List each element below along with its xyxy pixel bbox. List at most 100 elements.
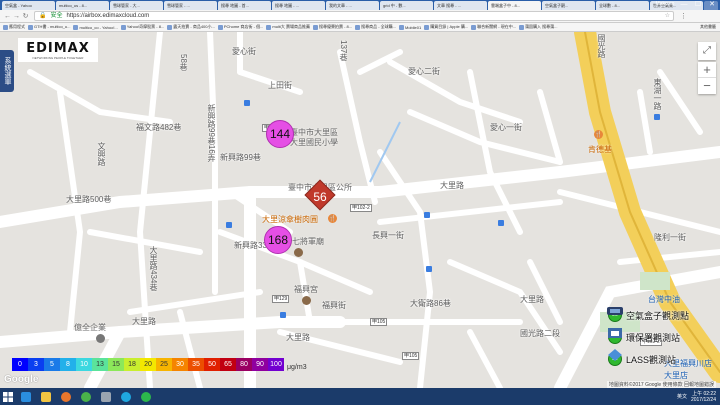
temple-icon[interactable] xyxy=(294,248,303,257)
zoom-out-button[interactable]: − xyxy=(698,78,716,94)
route-shield: 甲105 xyxy=(402,352,420,360)
pm-scale-cell: 5 xyxy=(44,358,60,371)
bookmark-item[interactable]: PChome 商店街 - 個... xyxy=(217,24,263,30)
ie-taskbar-icon[interactable] xyxy=(16,388,36,405)
bookmark-star-icon[interactable]: ☆ xyxy=(665,12,673,20)
bookmark-item[interactable]: multico_co - Yahoo!... xyxy=(73,24,118,30)
browser-tab[interactable]: 空氣盒 - Yahoo xyxy=(2,1,55,10)
bookmark-item[interactable]: GTH書 - multico_u... xyxy=(28,24,70,30)
chrome-taskbar-icon[interactable] xyxy=(76,388,96,405)
pm-scale-cell: 80 xyxy=(236,358,252,371)
other-bookmarks[interactable]: 其他書籤 xyxy=(700,24,716,30)
street-label: 文興路 xyxy=(97,142,106,166)
bus-stop-icon[interactable] xyxy=(654,114,660,120)
zoom-in-button[interactable]: + xyxy=(698,62,716,78)
airbox-sensor-marker[interactable]: 168 xyxy=(264,226,292,254)
browser-tab[interactable]: 我的文章 - ... xyxy=(326,1,379,10)
bookmark-item[interactable]: 蒲園購入 搜尋蒲... xyxy=(519,24,558,30)
line-taskbar-icon[interactable] xyxy=(136,388,156,405)
bookmark-icon xyxy=(519,24,525,30)
legend-item-epa[interactable]: 20 環保署觀測站 xyxy=(606,326,716,348)
bookmark-icon xyxy=(217,24,223,30)
pm-scale-cell: 20 xyxy=(140,358,156,371)
explorer-taskbar-icon[interactable] xyxy=(36,388,56,405)
bus-stop-icon[interactable] xyxy=(424,212,430,218)
windows-start-icon[interactable] xyxy=(0,388,16,405)
street-label: 愛心二街 xyxy=(408,67,440,76)
apps-icon xyxy=(3,24,8,30)
input-language[interactable]: 英文 xyxy=(677,393,687,400)
browser-menu-icon[interactable]: ⋮ xyxy=(680,12,687,20)
browser-tab[interactable]: 雪球管家 - 大... xyxy=(110,1,163,10)
street-label: 福興街 xyxy=(322,301,346,310)
epa-station-value: 56 xyxy=(313,190,327,204)
system-menu-tab[interactable]: 系統選單 xyxy=(0,50,14,92)
firefox-taskbar-icon[interactable] xyxy=(56,388,76,405)
user-label[interactable]: Mako.co xyxy=(654,0,676,9)
legend-label: 空氣盒子觀測點 xyxy=(626,310,690,321)
lock-icon: 🔒 xyxy=(39,13,47,19)
browser-tab-active[interactable]: 雲端盒子中 - 8... xyxy=(488,1,541,10)
legend-item-airbox[interactable]: 20 空氣盒子觀測點 xyxy=(606,304,716,326)
reload-icon[interactable]: ↻ xyxy=(21,12,30,20)
brand-tagline: NETWORKING PEOPLE TOGETHER xyxy=(32,55,84,60)
pm-scale-cell: 25 xyxy=(156,358,172,371)
security-label: 安全 xyxy=(50,13,63,19)
airbox-sensor-marker[interactable]: 144 xyxy=(266,120,294,148)
bus-stop-icon[interactable] xyxy=(498,220,504,226)
settings-taskbar-icon[interactable] xyxy=(96,388,116,405)
restaurant-icon[interactable]: 🍴 xyxy=(328,214,337,223)
temple-icon[interactable] xyxy=(302,296,311,305)
browser-tab[interactable]: grid 中 - 數... xyxy=(380,1,433,10)
url-text: https://airbox.edimaxcloud.com xyxy=(66,13,150,19)
bookmark-icon xyxy=(312,24,318,30)
bookmark-item[interactable]: 聯合新聞網 - 現在中... xyxy=(471,24,516,30)
minimize-icon[interactable]: — xyxy=(678,0,690,9)
browser-tab[interactable]: 搜尋 地圖 - ... xyxy=(272,1,325,10)
map-attribution[interactable]: 地圖資料©2017 Google 使用條款 回報地圖錯誤 xyxy=(606,381,716,388)
pm-scale-cell: 15 xyxy=(108,358,124,371)
legend-label: 環保署觀測站 xyxy=(626,332,681,343)
browser-tab[interactable]: multico_us - 8... xyxy=(56,1,109,10)
bookmark-item[interactable]: 搜尋商品 - 全球購... xyxy=(355,24,396,30)
map-canvas[interactable]: 上田街 福文路482巷 文興路 新興路99巷16弄 新興路99巷 大里路500巷… xyxy=(0,32,720,388)
legend-item-lass[interactable]: 20 LASS觀測站 xyxy=(606,348,716,370)
street-label: 新興路99巷 xyxy=(220,153,261,162)
maximize-icon[interactable]: ☐ xyxy=(692,0,704,9)
forward-icon[interactable]: → xyxy=(12,13,21,20)
street-label: 137巷 xyxy=(339,40,348,62)
store-label: 大里店 xyxy=(664,371,688,380)
pm-scale-unit: μg/m3 xyxy=(287,364,307,371)
bus-stop-icon[interactable] xyxy=(280,312,286,318)
bus-stop-icon[interactable] xyxy=(244,100,250,106)
back-icon[interactable]: ← xyxy=(3,13,12,20)
clock[interactable]: 上午 02:22 2017/12/24 xyxy=(691,391,716,403)
fullscreen-icon[interactable]: ⤢ xyxy=(698,42,716,60)
street-label: 大里路 xyxy=(286,333,310,342)
legend-label: LASS觀測站 xyxy=(626,354,677,365)
bookmark-item[interactable]: 購買目錄 | Apple 購... xyxy=(424,24,468,30)
browser-tab[interactable]: 空氣盒子觀... xyxy=(542,1,595,10)
bookmark-item[interactable]: Yahoo!奇摩股票 - 8... xyxy=(120,24,164,30)
browser-tab[interactable]: 雪球管家 - ... xyxy=(164,1,217,10)
bus-stop-icon[interactable] xyxy=(426,266,432,272)
place-icon[interactable] xyxy=(96,334,105,343)
pm-scale-cell: 0 xyxy=(12,358,28,371)
skype-taskbar-icon[interactable] xyxy=(116,388,136,405)
browser-tab[interactable]: 文章 搜尋 - ... xyxy=(434,1,487,10)
bookmark-item[interactable]: 露天拍賣 - 商品400小... xyxy=(167,24,215,30)
browser-tab[interactable]: 搜尋 地圖 - 首... xyxy=(218,1,271,10)
bookmark-item[interactable]: Mobile01 xyxy=(398,24,421,30)
bookmark-item[interactable]: 搜尋優賽拍賣 - 8... xyxy=(312,24,352,30)
restaurant-icon[interactable]: 🍴 xyxy=(594,130,603,139)
close-icon[interactable]: ✕ xyxy=(706,0,718,9)
url-field[interactable]: 🔒 安全 https://airbox.edimaxcloud.com ☆ xyxy=(34,11,674,21)
bus-stop-icon[interactable] xyxy=(226,222,232,228)
bookmark-item[interactable]: 應用程式 xyxy=(3,24,25,30)
street-label: 國光路二段 xyxy=(520,329,560,338)
address-toolbar: ← → ↻ 🔒 安全 https://airbox.edimaxcloud.co… xyxy=(0,10,720,23)
bookmark-item[interactable]: multi大 賣場商品推薦 xyxy=(266,24,310,30)
restaurant-label: 大里涼傘樹肉圓 xyxy=(262,215,318,224)
browser-tab[interactable]: 全球數 - 8... xyxy=(596,1,649,10)
system-tray: 英文 上午 02:22 2017/12/24 xyxy=(677,391,720,403)
